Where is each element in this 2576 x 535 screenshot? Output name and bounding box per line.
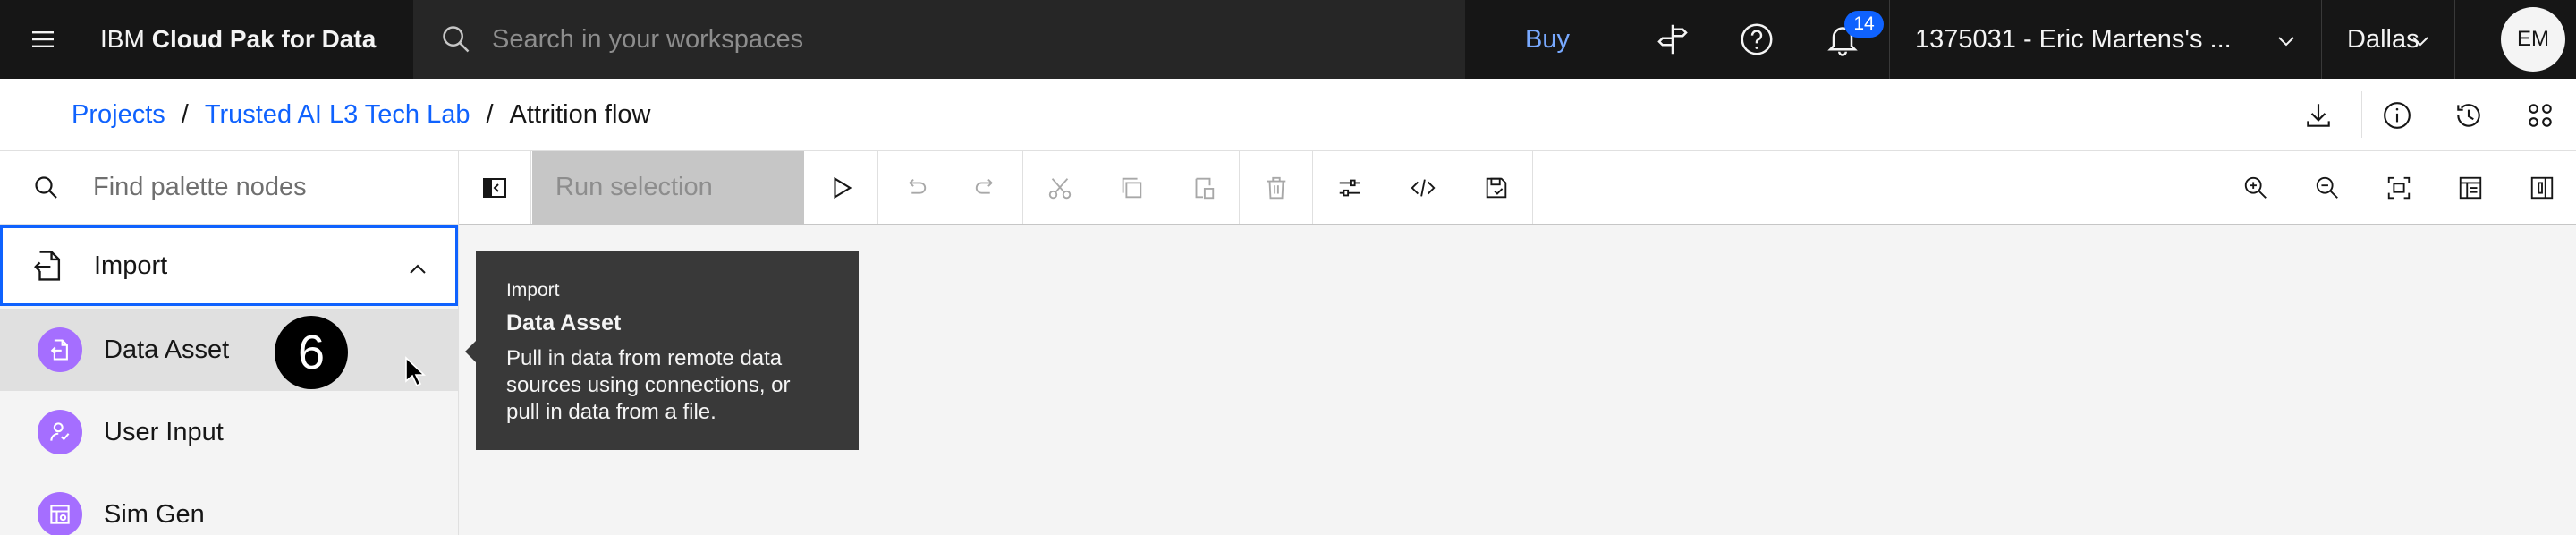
- sim-gen-icon: [38, 492, 82, 535]
- run-selection-button[interactable]: Run selection: [532, 151, 804, 224]
- divider: [877, 151, 878, 224]
- account-switcher[interactable]: 1375031 - Eric Martens's ...: [1889, 0, 2320, 79]
- breadcrumb-separator: /: [181, 100, 189, 129]
- tooltip-category: Import: [506, 280, 560, 301]
- breadcrumb: Projects / Trusted AI L3 Tech Lab / Attr…: [72, 79, 651, 151]
- chevron-down-icon: [2275, 30, 2297, 59]
- divider: [1022, 151, 1023, 224]
- palette-item-data-asset[interactable]: Data Asset: [0, 309, 458, 391]
- chevron-up-icon: [407, 259, 428, 284]
- search-icon: [0, 174, 93, 202]
- menu-icon[interactable]: [0, 0, 86, 79]
- import-icon: [3, 249, 94, 283]
- undo-icon[interactable]: [879, 151, 951, 224]
- redo-icon[interactable]: [951, 151, 1022, 224]
- tooltip-description: Pull in data from remote data sources us…: [506, 346, 791, 424]
- breadcrumb-projects[interactable]: Projects: [72, 100, 165, 130]
- palette-category-import[interactable]: Import: [0, 225, 458, 306]
- copy-icon[interactable]: [1096, 151, 1167, 224]
- run-icon[interactable]: [806, 151, 877, 224]
- history-icon[interactable]: [2433, 79, 2504, 151]
- palette-item-label: Data Asset: [104, 335, 230, 364]
- account-label: 1375031 - Eric Martens's ...: [1915, 24, 2232, 54]
- divider: [1312, 151, 1313, 224]
- tooltip-title: Data Asset: [506, 310, 622, 335]
- fit-to-screen-icon[interactable]: [2363, 151, 2435, 224]
- notification-badge: 14: [1844, 11, 1884, 38]
- zoom-out-icon[interactable]: [2292, 151, 2363, 224]
- global-search[interactable]: Search in your workspaces: [413, 0, 1465, 79]
- signpost-icon[interactable]: [1633, 0, 1712, 79]
- side-panel-icon[interactable]: [2506, 151, 2576, 224]
- palette-item-label: User Input: [104, 417, 224, 446]
- zoom-in-icon[interactable]: [2220, 151, 2292, 224]
- divider: [1532, 151, 1533, 224]
- cut-icon[interactable]: [1024, 151, 1096, 224]
- search-input[interactable]: Search in your workspaces: [492, 25, 803, 55]
- breadcrumb-bar: Projects / Trusted AI L3 Tech Lab / Attr…: [0, 79, 2576, 151]
- notification-icon[interactable]: 14: [1803, 0, 1884, 79]
- palette-item-user-input[interactable]: User Input: [0, 391, 458, 473]
- canvas-toolbar: Run selection: [459, 151, 2576, 225]
- search-icon: [413, 0, 499, 79]
- info-icon[interactable]: [2361, 79, 2433, 151]
- avatar[interactable]: EM: [2501, 7, 2565, 72]
- delete-icon[interactable]: [1241, 151, 1312, 224]
- page-title: Attrition flow: [509, 100, 651, 129]
- step-marker: 6: [275, 316, 348, 389]
- breadcrumb-project[interactable]: Trusted AI L3 Tech Lab: [205, 100, 470, 130]
- user-input-icon: [38, 410, 82, 454]
- brand-prefix: IBM: [100, 25, 145, 53]
- buy-link[interactable]: Buy: [1480, 0, 1614, 79]
- palette-item-sim-gen[interactable]: Sim Gen: [0, 473, 458, 535]
- apps-icon[interactable]: [2504, 79, 2576, 151]
- node-tooltip: Import Data Asset Pull in data from remo…: [465, 251, 859, 450]
- top-header: IBM Cloud Pak for Data Search in your wo…: [0, 0, 2576, 79]
- settings-adjust-icon[interactable]: [1314, 151, 1385, 224]
- palette-item-label: Sim Gen: [104, 499, 205, 529]
- download-icon[interactable]: [2283, 79, 2354, 151]
- category-label: Import: [94, 251, 168, 280]
- palette-search[interactable]: Find palette nodes: [0, 151, 458, 225]
- divider: [1239, 151, 1240, 224]
- notebook-icon[interactable]: [2435, 151, 2506, 224]
- help-icon[interactable]: [1717, 0, 1796, 79]
- region-label: Dallas: [2347, 24, 2419, 54]
- node-palette: Find palette nodes Import Data Asset Use…: [0, 151, 459, 535]
- chevron-down-icon: [2410, 30, 2431, 59]
- product-name[interactable]: IBM Cloud Pak for Data: [100, 0, 376, 79]
- mouse-cursor-icon: [404, 356, 427, 393]
- save-icon[interactable]: [1461, 151, 1532, 224]
- toggle-palette-icon[interactable]: [459, 151, 530, 224]
- palette-search-input[interactable]: Find palette nodes: [93, 173, 307, 202]
- data-asset-icon: [38, 327, 82, 372]
- divider: [530, 151, 531, 224]
- breadcrumb-separator: /: [486, 100, 494, 129]
- code-icon[interactable]: [1387, 151, 1459, 224]
- paste-icon[interactable]: [1167, 151, 1239, 224]
- brand-name: Cloud Pak for Data: [151, 25, 377, 53]
- region-switcher[interactable]: Dallas: [2321, 0, 2455, 79]
